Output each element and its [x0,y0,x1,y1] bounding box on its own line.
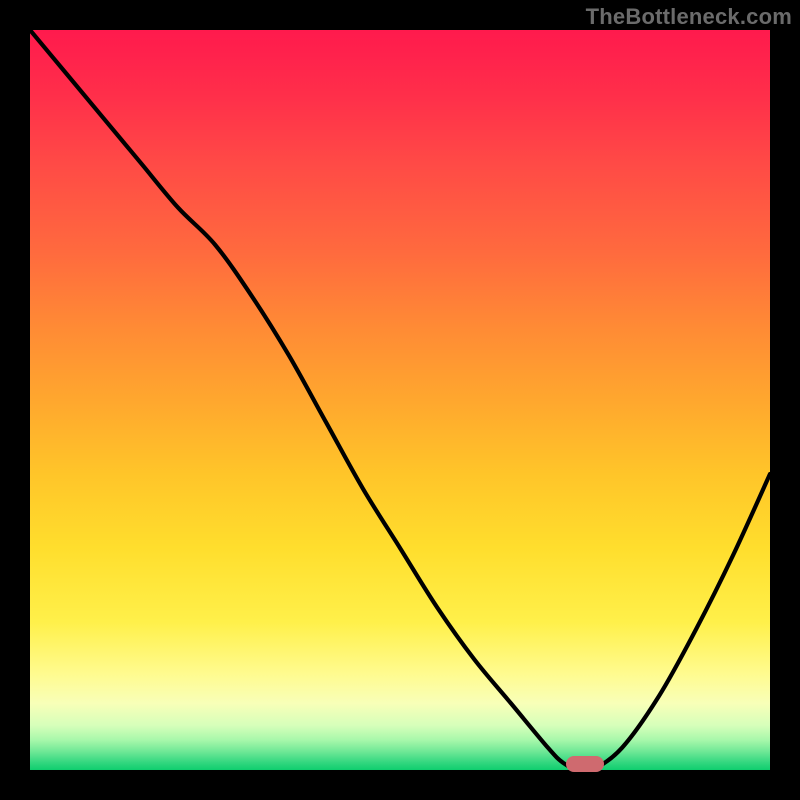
watermark-text: TheBottleneck.com [586,4,792,30]
chart-frame: TheBottleneck.com [0,0,800,800]
plot-area [30,30,770,770]
optimal-marker [566,756,604,772]
bottleneck-curve [30,30,770,770]
